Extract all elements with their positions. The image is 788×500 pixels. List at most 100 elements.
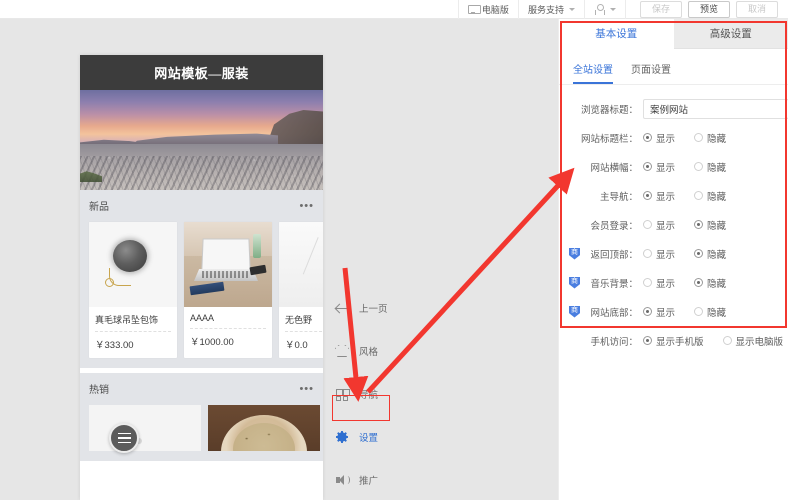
field-main-navigation: 主导航： 显示 隐藏: [569, 184, 774, 207]
rail-item-previous-page[interactable]: 上一页: [334, 294, 394, 322]
field-label: 手机访问：: [590, 336, 638, 348]
radio-label: 显示: [656, 278, 676, 290]
save-button[interactable]: 保存: [639, 0, 682, 18]
radio-hide[interactable]: 隐藏: [694, 218, 726, 232]
product-card[interactable]: 无色野 ￥0.0: [279, 222, 323, 358]
grid-icon: [334, 386, 350, 402]
radio-hide[interactable]: 隐藏: [694, 131, 726, 145]
product-card[interactable]: AAAA ￥1000.00: [184, 222, 272, 358]
business-badge-icon: 商: [569, 276, 580, 289]
radio-label: 隐藏: [707, 220, 727, 232]
radio-show[interactable]: 显示: [643, 276, 675, 290]
speaker-icon: [334, 472, 350, 488]
radio-label: 隐藏: [707, 278, 727, 290]
product-row: [89, 405, 320, 453]
product-image: [279, 222, 323, 307]
radio-label: 隐藏: [707, 249, 727, 261]
field-site-titlebar: 网站标题栏： 显示 隐藏: [569, 126, 774, 149]
panel-subtabs: 全站设置 页面设置: [559, 49, 788, 84]
radio-dot: [643, 220, 652, 229]
tab-basic-settings[interactable]: 基本设置: [559, 19, 674, 49]
account-menu[interactable]: [585, 0, 626, 19]
field-back-to-top: 商 返回顶部： 显示 隐藏: [569, 242, 774, 265]
back-arrow-icon: [334, 300, 350, 316]
product-card[interactable]: 真毛球吊坠包饰 ￥333.00: [89, 222, 177, 358]
product-card[interactable]: [89, 405, 201, 451]
field-member-login: 会员登录： 显示 隐藏: [569, 213, 774, 236]
product-image: [89, 222, 177, 307]
tab-advanced-settings[interactable]: 高级设置: [673, 19, 788, 49]
field-label: 会员登录：: [590, 220, 638, 232]
radio-dot: [694, 278, 704, 287]
menu-button[interactable]: [109, 423, 139, 453]
section-hot-products: 热销 •••: [80, 373, 323, 461]
radio-label: 显示: [656, 162, 676, 174]
radio-dot: [694, 249, 704, 258]
rail-item-navigation[interactable]: 导航: [334, 380, 394, 408]
product-name: AAAA: [190, 313, 215, 323]
divider: [95, 331, 171, 332]
device-switch[interactable]: 电脑版: [457, 0, 519, 19]
radio-show-desktop[interactable]: 显示电脑版: [722, 334, 783, 348]
radio-hide[interactable]: 隐藏: [694, 276, 726, 290]
browser-title-input[interactable]: [643, 98, 788, 119]
divider: [190, 328, 266, 329]
radio-label: 显示: [656, 133, 676, 145]
subtab-page-settings[interactable]: 页面设置: [631, 61, 671, 84]
radio-show[interactable]: 显示: [643, 131, 675, 145]
rail-item-promotion[interactable]: 推广: [334, 466, 394, 494]
subtab-site-settings[interactable]: 全站设置: [573, 61, 613, 84]
radio-show[interactable]: 显示: [643, 189, 675, 203]
device-label: 电脑版: [481, 4, 509, 15]
toolbar-left-group: 电脑版 服务支持: [457, 0, 626, 19]
settings-panel: 基本设置 高级设置 全站设置 页面设置 浏览器标题： 网站标题栏： 显示: [558, 19, 788, 500]
product-card[interactable]: [208, 405, 320, 451]
support-label: 服务支持: [527, 4, 564, 15]
rail-label: 设置: [359, 433, 379, 444]
radio-label: 显示: [656, 191, 676, 203]
product-name: 无色野: [285, 315, 313, 325]
radio-hide[interactable]: 隐藏: [694, 189, 726, 203]
rail-label: 风格: [359, 347, 379, 358]
rail-item-settings[interactable]: 设置: [334, 423, 394, 451]
radio-dot: [694, 133, 704, 142]
rail-label: 上一页: [359, 304, 388, 315]
hero-banner-image: [80, 90, 323, 190]
radio-hide[interactable]: 隐藏: [694, 247, 726, 261]
field-label: 网站底部：: [590, 307, 638, 319]
editor-window: 电脑版 服务支持 保存 预览 取消 网站模板—服装 新品 ••• 真毛球吊坠包饰…: [0, 0, 788, 500]
section-more-icon[interactable]: •••: [299, 200, 314, 211]
radio-dot: [643, 191, 652, 200]
radio-show[interactable]: 显示: [643, 160, 675, 174]
radio-show[interactable]: 显示: [643, 218, 675, 232]
radio-dot: [694, 307, 704, 316]
user-icon: [594, 3, 605, 15]
business-badge-icon: 商: [569, 247, 580, 260]
field-site-footer: 商 网站底部： 显示 隐藏: [569, 300, 774, 323]
preview-button[interactable]: 预览: [687, 0, 730, 18]
radio-label: 隐藏: [707, 191, 727, 203]
radio-dot: [643, 162, 652, 171]
radio-label: 隐藏: [707, 133, 727, 145]
radio-show[interactable]: 显示: [643, 305, 675, 319]
radio-show[interactable]: 显示: [643, 247, 675, 261]
field-label: 网站标题栏：: [580, 133, 638, 145]
rail-item-style[interactable]: 风格: [334, 337, 394, 365]
chevron-down-icon: [609, 7, 616, 11]
site-header-title: 网站模板—服装: [80, 55, 323, 90]
radio-hide[interactable]: 隐藏: [694, 160, 726, 174]
radio-label: 显示: [656, 220, 676, 232]
radio-show-mobile[interactable]: 显示手机版: [643, 334, 704, 348]
cancel-button[interactable]: 取消: [735, 0, 778, 18]
support-menu[interactable]: 服务支持: [519, 0, 585, 19]
field-site-banner: 网站横幅： 显示 隐藏: [569, 155, 774, 178]
top-toolbar: 电脑版 服务支持 保存 预览 取消: [0, 0, 788, 19]
section-new-products: 新品 ••• 真毛球吊坠包饰 ￥333.00 AAAA ￥1000.00 无色野…: [80, 190, 323, 368]
rail-label: 推广: [359, 476, 379, 487]
section-title: 热销: [89, 385, 109, 396]
editor-canvas: 网站模板—服装 新品 ••• 真毛球吊坠包饰 ￥333.00 AAAA ￥100…: [0, 19, 558, 500]
site-preview[interactable]: 网站模板—服装 新品 ••• 真毛球吊坠包饰 ￥333.00 AAAA ￥100…: [80, 55, 323, 500]
section-more-icon[interactable]: •••: [299, 383, 314, 394]
radio-hide[interactable]: 隐藏: [694, 305, 726, 319]
product-price: ￥1000.00: [190, 337, 234, 348]
